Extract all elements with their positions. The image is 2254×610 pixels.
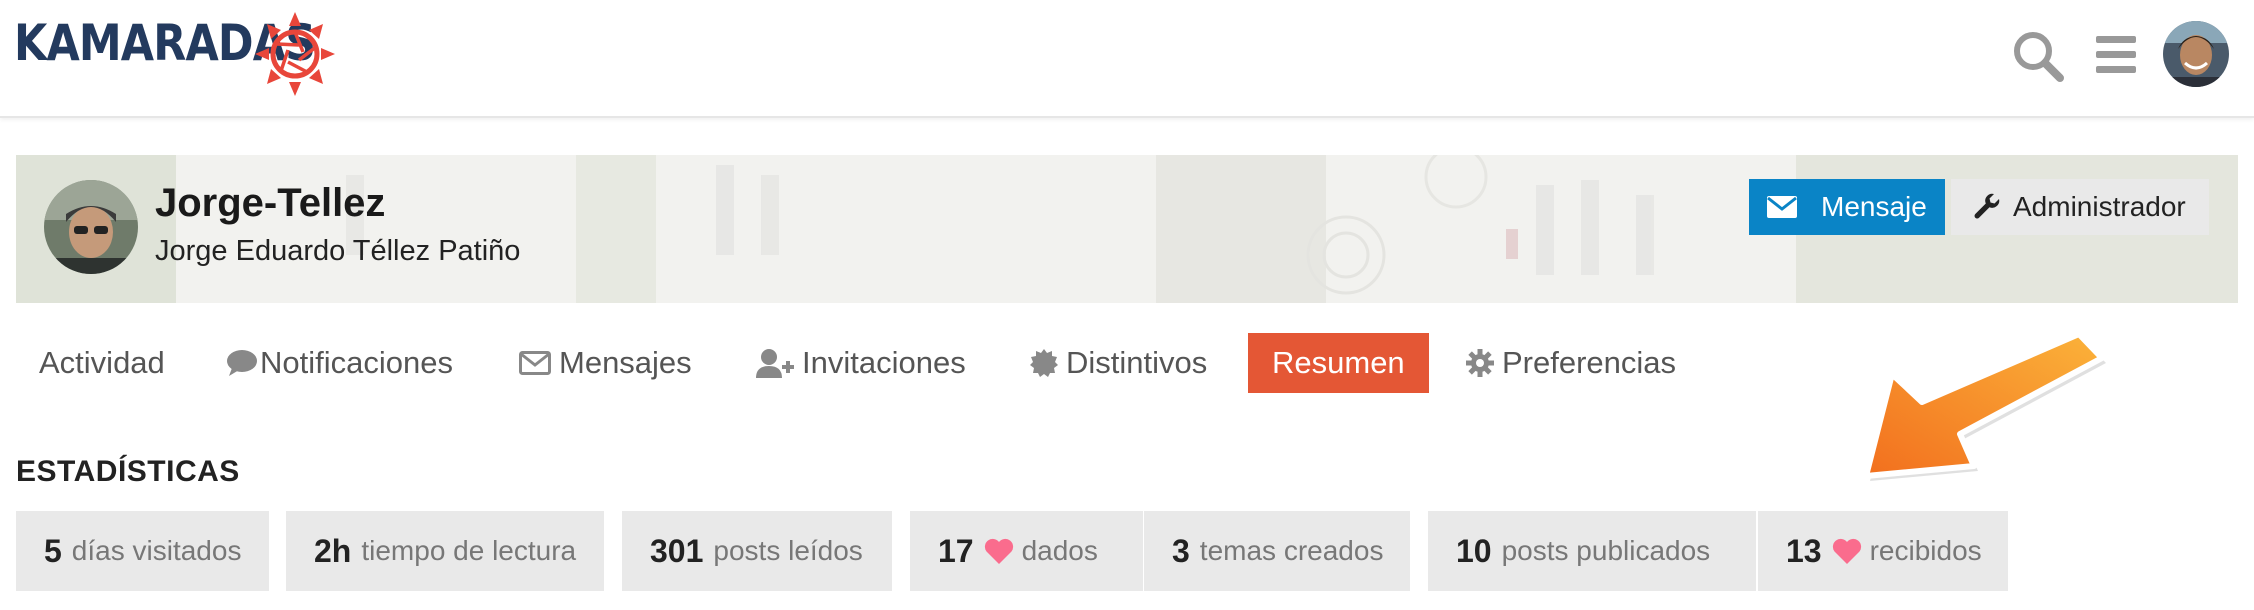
tab-mensajes[interactable]: Mensajes bbox=[519, 333, 692, 393]
stats-heading: ESTADÍSTICAS bbox=[16, 455, 240, 488]
stat-value: 10 bbox=[1456, 532, 1492, 569]
stat-value: 17 bbox=[938, 532, 974, 569]
profile-avatar[interactable] bbox=[44, 180, 138, 274]
menu-button[interactable] bbox=[2094, 32, 2140, 78]
stat-label: temas creados bbox=[1199, 535, 1384, 566]
stat-posts-published: 10 posts publicados bbox=[1428, 511, 1756, 591]
admin-button[interactable]: Administrador bbox=[1951, 179, 2209, 235]
stat-label: días visitados bbox=[71, 535, 242, 566]
annotation-arrow-icon bbox=[1863, 331, 2106, 481]
stat-label: posts publicados bbox=[1501, 535, 1711, 566]
tab-label: Notificaciones bbox=[260, 345, 453, 380]
stat-posts-read: 301 posts leídos bbox=[622, 511, 892, 591]
stat-label: dados bbox=[1021, 535, 1098, 566]
wrench-icon bbox=[1974, 193, 2000, 219]
gear-icon bbox=[1466, 349, 1494, 377]
profile-username: Jorge-Tellez bbox=[155, 181, 386, 225]
tab-label: Preferencias bbox=[1502, 345, 1677, 380]
stat-label: posts leídos bbox=[713, 535, 863, 566]
badge-icon bbox=[1030, 349, 1058, 377]
profile-full-name: Jorge Eduardo Téllez Patiño bbox=[155, 235, 521, 267]
tab-actividad[interactable]: Actividad bbox=[39, 333, 165, 393]
envelope-icon bbox=[1767, 196, 1797, 218]
site-logo[interactable]: KAMARADAS bbox=[14, 12, 364, 96]
tab-preferencias[interactable]: Preferencias bbox=[1466, 333, 1676, 393]
stat-value: 2h bbox=[314, 532, 352, 569]
stat-label: recibidos bbox=[1869, 535, 1982, 566]
search-icon bbox=[2014, 32, 2064, 82]
envelope-icon bbox=[519, 351, 551, 375]
stat-value: 3 bbox=[1172, 532, 1190, 569]
avatar-photo bbox=[2163, 21, 2229, 87]
user-avatar[interactable] bbox=[2163, 21, 2229, 87]
message-button-label: Mensaje bbox=[1821, 191, 1927, 222]
stat-value: 13 bbox=[1786, 532, 1822, 569]
tab-label: Actividad bbox=[39, 345, 165, 380]
stat-likes-received: 13 recibidos bbox=[1758, 511, 2008, 591]
stat-label: tiempo de lectura bbox=[361, 535, 577, 566]
profile-banner: Jorge-Tellez Jorge Eduardo Téllez Patiño… bbox=[16, 155, 2238, 303]
logo-aperture-icon bbox=[255, 12, 335, 96]
user-nav: Actividad Notificaciones Mensajes Invita… bbox=[0, 333, 2000, 393]
tab-distintivos[interactable]: Distintivos bbox=[1030, 333, 1207, 393]
tab-label: Distintivos bbox=[1066, 345, 1208, 380]
stat-value: 301 bbox=[650, 532, 704, 569]
user-plus-icon bbox=[756, 349, 794, 378]
comment-icon bbox=[227, 350, 257, 376]
tab-label: Resumen bbox=[1272, 345, 1405, 380]
tab-label: Invitaciones bbox=[802, 345, 966, 380]
stat-days-visited: 5 días visitados bbox=[16, 511, 269, 591]
stat-value: 5 bbox=[44, 532, 62, 569]
tab-invitaciones[interactable]: Invitaciones bbox=[756, 333, 966, 393]
search-button[interactable] bbox=[2010, 28, 2066, 84]
stat-topics-created: 3 temas creados bbox=[1144, 511, 1410, 591]
site-header: KAMARADAS bbox=[0, 0, 2254, 118]
heart-icon bbox=[984, 538, 1014, 564]
stat-read-time: 2h tiempo de lectura bbox=[286, 511, 604, 591]
stat-likes-given: 17 dados bbox=[910, 511, 1143, 591]
profile-photo bbox=[44, 180, 138, 274]
tab-notificaciones[interactable]: Notificaciones bbox=[226, 333, 453, 393]
message-button[interactable]: Mensaje bbox=[1749, 179, 1945, 235]
tab-label: Mensajes bbox=[559, 345, 692, 380]
tab-resumen[interactable]: Resumen bbox=[1248, 333, 1429, 393]
admin-button-label: Administrador bbox=[2013, 191, 2186, 222]
heart-icon bbox=[1832, 538, 1862, 564]
hamburger-menu-icon bbox=[2096, 36, 2136, 73]
